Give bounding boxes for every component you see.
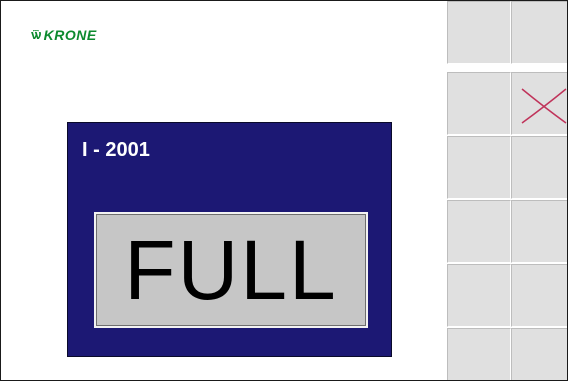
softkey-12[interactable] bbox=[511, 328, 567, 380]
softkey-11[interactable] bbox=[447, 328, 511, 380]
krone-crown-icon: ѿ bbox=[31, 26, 42, 42]
softkey-3[interactable] bbox=[447, 72, 511, 135]
status-box: FULL bbox=[94, 212, 368, 328]
terminal-screen: ѿ KRONE I - 2001 FULL bbox=[0, 0, 568, 381]
softkey-2[interactable] bbox=[511, 1, 567, 64]
alarm-panel: I - 2001 FULL bbox=[67, 122, 392, 357]
softkey-10[interactable] bbox=[511, 264, 567, 327]
softkey-7[interactable] bbox=[447, 200, 511, 263]
softkey-1[interactable] bbox=[447, 1, 511, 64]
softkey-9[interactable] bbox=[447, 264, 511, 327]
softkey-bar bbox=[447, 1, 567, 380]
softkey-6[interactable] bbox=[511, 136, 567, 199]
softkey-5[interactable] bbox=[447, 136, 511, 199]
softkey-close[interactable] bbox=[511, 72, 567, 135]
alarm-code: I - 2001 bbox=[82, 139, 150, 161]
logo-text: KRONE bbox=[43, 27, 97, 43]
status-text: FULL bbox=[124, 223, 338, 317]
krone-logo: ѿ KRONE bbox=[31, 27, 97, 43]
softkey-8[interactable] bbox=[511, 200, 567, 263]
close-icon bbox=[521, 88, 567, 124]
